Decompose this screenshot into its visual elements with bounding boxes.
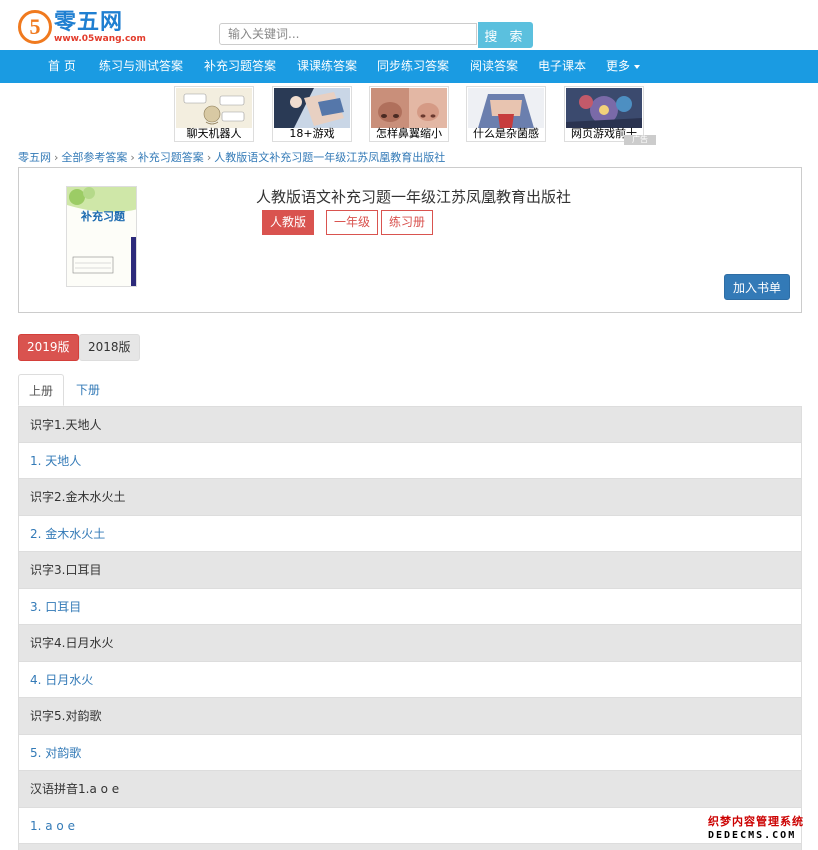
ad-item[interactable]: 什么是杂菌感: [466, 86, 546, 142]
caret-down-icon: [634, 64, 641, 69]
ad-label: 聊天机器人: [186, 127, 242, 140]
watermark-line1: 织梦内容管理系统: [708, 815, 804, 828]
breadcrumb: 零五网 › 全部参考答案 › 补充习题答案 › 人教版语文补充习题一年级江苏凤凰教育出版社: [18, 149, 445, 165]
book-cover-art: [67, 187, 136, 286]
ad-item[interactable]: 18+游戏: [272, 86, 352, 142]
chapter-header-partial: [18, 844, 802, 850]
tag-type[interactable]: 练习册: [381, 210, 434, 235]
tab-volume-1[interactable]: 上册: [18, 374, 65, 406]
breadcrumb-current[interactable]: 人教版语文补充习题一年级江苏凤凰教育出版社: [214, 151, 445, 164]
cms-watermark: 织梦内容管理系统 DEDECMS.COM: [708, 815, 810, 845]
ad-item[interactable]: 怎样鼻翼缩小: [369, 86, 449, 142]
nav-home[interactable]: 首 页: [48, 50, 76, 83]
chapter-header: 汉语拼音1.a o e: [18, 771, 802, 808]
ad-label: 怎样鼻翼缩小: [376, 127, 442, 140]
tag-grade[interactable]: 一年级: [326, 210, 379, 235]
breadcrumb-all-answers[interactable]: 全部参考答案: [61, 151, 127, 164]
chapter-link[interactable]: 4. 日月水火: [18, 661, 802, 698]
logo-digit: 5: [18, 10, 52, 44]
ad-image: [274, 88, 350, 128]
edition-2019-button[interactable]: 2019版: [18, 334, 79, 361]
chapter-link[interactable]: 1. a o e: [18, 807, 802, 844]
chapter-header: 识字3.口耳目: [18, 552, 802, 589]
nav-more[interactable]: 更多: [606, 50, 641, 83]
chapter-header: 识字2.金木水火土: [18, 479, 802, 516]
nav-more-label: 更多: [606, 59, 631, 73]
chapter-header: 识字1.天地人: [18, 406, 802, 443]
volume-tabs: 上册 下册: [18, 374, 802, 406]
chapter-header: 识字5.对韵歌: [18, 698, 802, 735]
chapter-link[interactable]: 3. 口耳目: [18, 588, 802, 625]
book-title: 人教版语文补充习题一年级江苏凤凰教育出版社: [256, 188, 572, 206]
logo-name: 零五网: [54, 10, 124, 35]
main-nav: 首 页 练习与测试答案 补充习题答案 课课练答案 同步练习答案 阅读答案 电子课…: [0, 50, 818, 83]
breadcrumb-home[interactable]: 零五网: [18, 151, 51, 164]
add-to-booklist-button[interactable]: 加入书单: [724, 274, 790, 300]
breadcrumb-separator: ›: [206, 151, 212, 164]
book-card: 补充习题 人教版语文补充习题一年级江苏凤凰教育出版社 人教版 一年级 练习册 加…: [18, 167, 802, 313]
nav-ebook[interactable]: 电子课本: [538, 50, 586, 83]
ad-label: 什么是杂菌感: [473, 127, 539, 140]
edition-2018-button[interactable]: 2018版: [79, 334, 140, 361]
nav-supplementary[interactable]: 补充习题答案: [204, 50, 276, 83]
site-logo[interactable]: 5 零五网 www.05wang.com: [18, 10, 146, 46]
chapter-link[interactable]: 1. 天地人: [18, 442, 802, 479]
tab-volume-2[interactable]: 下册: [66, 374, 110, 406]
ad-image: [468, 88, 544, 128]
chapter-link[interactable]: 2. 金木水火土: [18, 515, 802, 552]
tag-publisher-edition[interactable]: 人教版: [262, 210, 315, 235]
ad-item[interactable]: 网页游戏前十: [564, 86, 644, 142]
watermark-line2: DEDECMS.COM: [708, 830, 797, 841]
book-cover-title: 补充习题: [81, 210, 125, 223]
ad-strip: 聊天机器人 18+游戏 怎样鼻翼缩小 什么是杂菌感 网页游戏前十: [174, 86, 656, 144]
nav-lesson-practice[interactable]: 课课练答案: [297, 50, 357, 83]
ad-label: 18+游戏: [289, 127, 335, 140]
nav-practice-test[interactable]: 练习与测试答案: [99, 50, 183, 83]
search-button[interactable]: 搜 索: [478, 22, 533, 48]
site-header: 5 零五网 www.05wang.com 搜 索: [0, 0, 818, 50]
chapter-link[interactable]: 5. 对韵歌: [18, 734, 802, 771]
search-input[interactable]: [219, 23, 477, 45]
ad-image: [371, 88, 447, 128]
ad-image: [566, 88, 642, 128]
ad-badge: 广告: [624, 135, 656, 145]
breadcrumb-supplementary[interactable]: 补充习题答案: [138, 151, 204, 164]
ad-image: [176, 88, 252, 128]
chapter-list: 识字1.天地人 1. 天地人 识字2.金木水火土 2. 金木水火土 识字3.口耳…: [18, 406, 802, 850]
book-cover: 补充习题: [66, 186, 137, 287]
breadcrumb-separator: ›: [54, 151, 59, 164]
breadcrumb-separator: ›: [130, 151, 135, 164]
nav-reading[interactable]: 阅读答案: [470, 50, 518, 83]
nav-sync-practice[interactable]: 同步练习答案: [377, 50, 449, 83]
chapter-header: 识字4.日月水火: [18, 625, 802, 662]
logo-url: www.05wang.com: [54, 34, 146, 44]
ad-item[interactable]: 聊天机器人: [174, 86, 254, 142]
